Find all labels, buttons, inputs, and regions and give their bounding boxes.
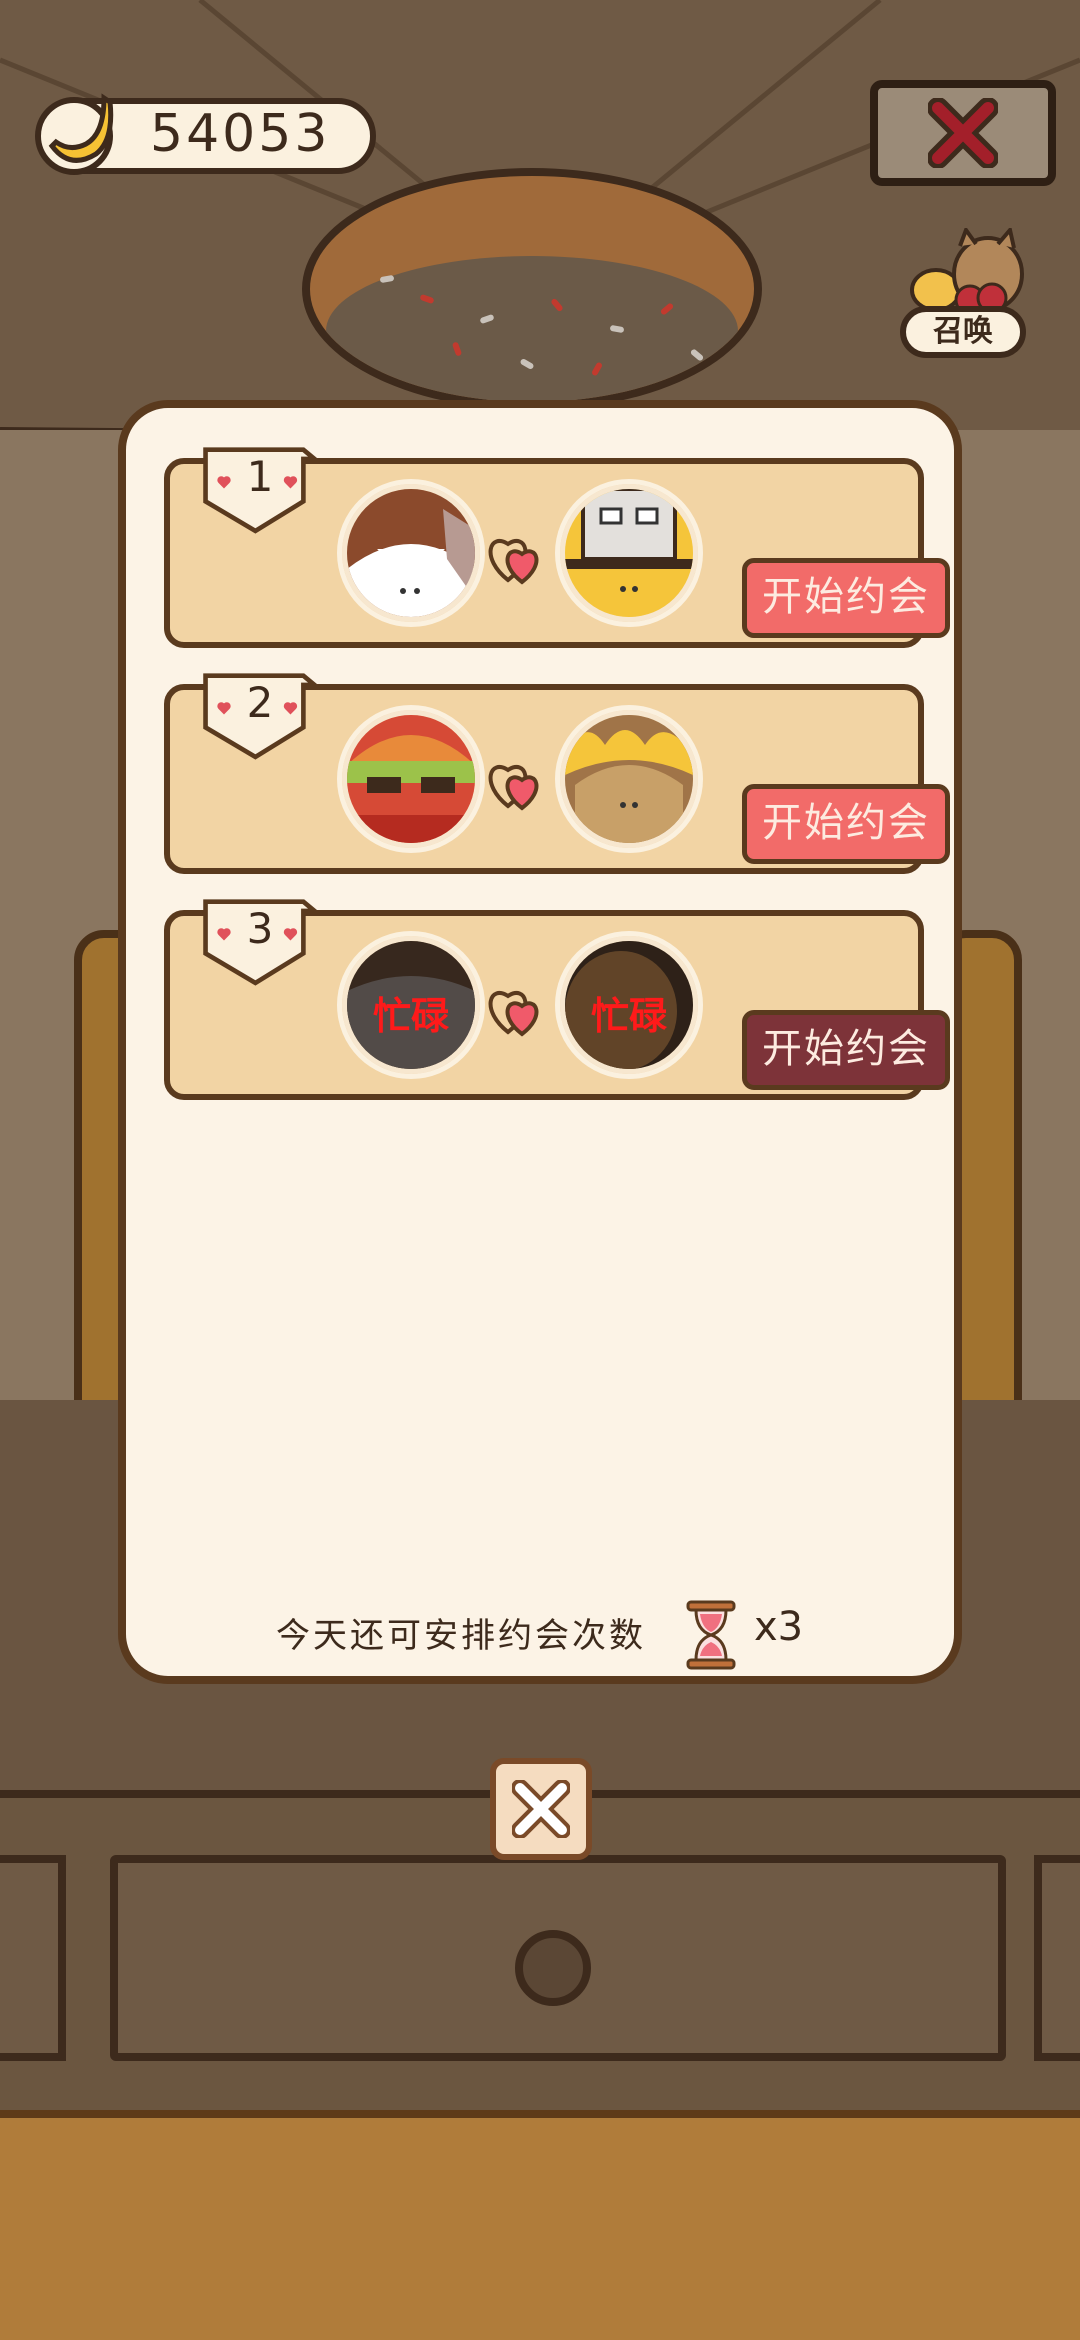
- busy-label: 忙碌: [372, 994, 449, 1038]
- hourglass-icon: [686, 1600, 736, 1670]
- drawer-knob: [515, 1930, 591, 2006]
- banana-icon: [35, 93, 114, 175]
- avatar-right: [560, 484, 698, 622]
- busy-label: 忙碌: [590, 994, 667, 1038]
- start-date-button[interactable]: 开始约会: [742, 1010, 950, 1090]
- remaining-dates-count: x3: [754, 1604, 804, 1650]
- avatar-left: [342, 484, 480, 622]
- avatar-right: [560, 710, 698, 848]
- date-row: 1 开始约会: [164, 447, 950, 648]
- close-icon: [512, 1780, 570, 1838]
- start-date-button[interactable]: 开始约会: [742, 558, 950, 638]
- currency-value: 54053: [150, 104, 331, 164]
- date-row: 3 忙碌 忙碌 开始约会: [164, 899, 950, 1100]
- dating-panel: 1 开始约会 2 开始约会 3 忙碌 忙碌 开始约会 今天还可安排约会次数 x3: [118, 400, 962, 1684]
- rug: [0, 2110, 1080, 2340]
- summon-button[interactable]: 召唤: [900, 306, 1026, 358]
- start-date-button[interactable]: 开始约会: [742, 784, 950, 864]
- donut-lamp: [302, 168, 762, 410]
- avatar-left: 忙碌: [342, 936, 480, 1074]
- avatar-right: 忙碌: [560, 936, 698, 1074]
- heart-icon: [488, 765, 539, 811]
- remaining-dates-label: 今天还可安排约会次数: [276, 1616, 646, 1656]
- panel-close-button[interactable]: [490, 1758, 592, 1860]
- heart-icon: [488, 539, 539, 585]
- summon-cats-icon[interactable]: [900, 228, 1030, 318]
- avatar-left: [342, 710, 480, 848]
- rank-number: 1: [246, 452, 274, 501]
- date-row: 2 开始约会: [164, 673, 950, 874]
- rank-number: 2: [246, 678, 274, 727]
- heart-icon: [488, 991, 539, 1037]
- close-button[interactable]: [870, 80, 1056, 186]
- close-icon: [928, 98, 998, 168]
- rank-number: 3: [246, 904, 274, 953]
